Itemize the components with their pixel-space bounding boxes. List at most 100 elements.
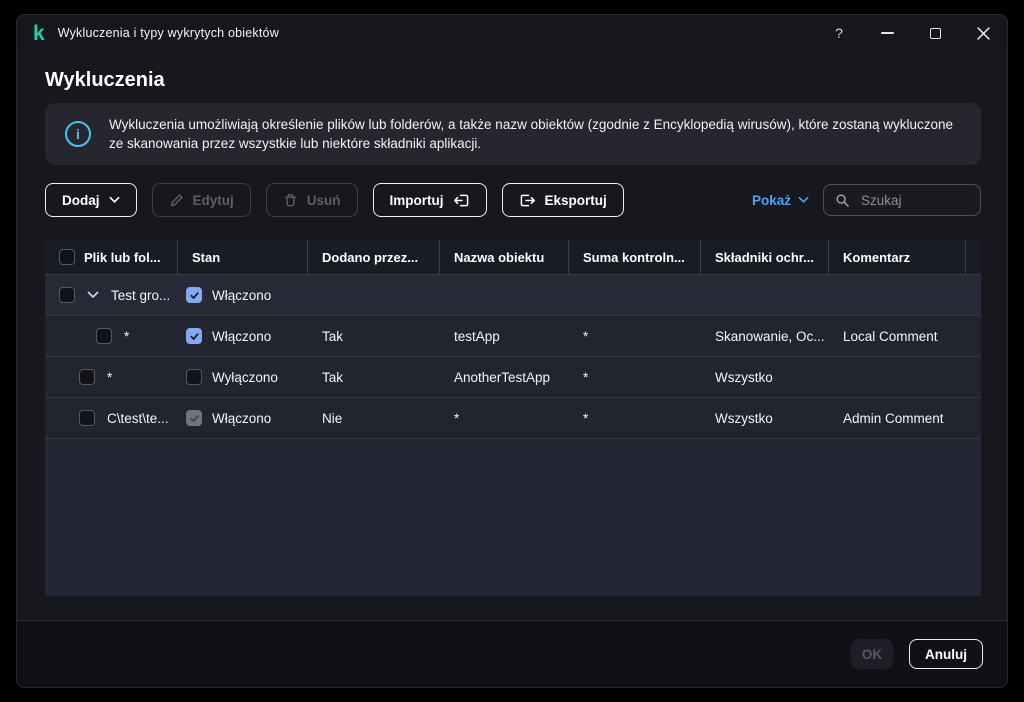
- state-label: Włączono: [212, 329, 271, 344]
- comment-cell: Local Comment: [829, 329, 966, 344]
- column-header-spacer: [966, 240, 981, 274]
- group-name-cell: Test gro...: [45, 287, 178, 303]
- column-header-label: Składniki ochr...: [715, 250, 814, 265]
- app-window: k Wykluczenia i typy wykrytych obiektów …: [16, 14, 1008, 688]
- added-by-cell: Tak: [308, 329, 440, 344]
- toolbar-right: Pokaż: [752, 184, 981, 216]
- added-by-cell: Tak: [308, 370, 440, 385]
- minimize-button[interactable]: [879, 25, 895, 41]
- close-icon: [977, 27, 990, 40]
- state-checkbox[interactable]: [186, 369, 202, 385]
- export-icon: [519, 193, 536, 208]
- help-button[interactable]: ?: [831, 25, 847, 41]
- info-icon: i: [65, 121, 91, 147]
- import-icon: [453, 193, 470, 208]
- row-checkbox[interactable]: [59, 287, 75, 303]
- table-empty-area: [45, 439, 981, 596]
- pencil-icon: [169, 193, 184, 208]
- maximize-button[interactable]: [927, 25, 943, 41]
- toolbar: Dodaj Edytuj Usuń Importuj Ekspor: [45, 183, 981, 217]
- path-cell: *: [45, 328, 178, 344]
- state-checkbox[interactable]: [186, 287, 202, 303]
- collapse-chevron-icon[interactable]: [87, 291, 99, 299]
- delete-button[interactable]: Usuń: [266, 183, 358, 217]
- added-by-cell: Nie: [308, 411, 440, 426]
- show-dropdown-label: Pokaż: [752, 193, 791, 208]
- column-header-state[interactable]: Stan: [178, 240, 308, 274]
- title-bar: k Wykluczenia i typy wykrytych obiektów …: [17, 15, 1007, 51]
- components-cell: Skanowanie, Oc...: [701, 329, 829, 344]
- select-all-checkbox[interactable]: [59, 249, 75, 265]
- window-title: Wykluczenia i typy wykrytych obiektów: [58, 26, 279, 40]
- show-dropdown[interactable]: Pokaż: [752, 193, 809, 208]
- column-header-label: Komentarz: [843, 250, 910, 265]
- column-header-components[interactable]: Składniki ochr...: [701, 240, 829, 274]
- object-name-cell: *: [440, 411, 569, 426]
- delete-button-label: Usuń: [307, 193, 341, 208]
- state-cell: Wyłączono: [178, 369, 308, 385]
- path-cell: C\test\te...: [45, 410, 178, 426]
- chevron-down-icon: [109, 196, 120, 204]
- exclusions-table: Plik lub fol... Stan Dodano przez... Naz…: [45, 240, 981, 596]
- checksum-cell: *: [569, 411, 701, 426]
- column-header-label: Dodano przez...: [322, 250, 418, 265]
- chevron-down-icon: [798, 196, 809, 204]
- table-row[interactable]: * Włączono Tak testApp * Skanowanie, Oc.…: [45, 316, 981, 357]
- components-cell: Wszystko: [701, 370, 829, 385]
- path-label: *: [124, 329, 129, 344]
- state-cell: Włączono: [178, 287, 308, 303]
- column-header-object-name[interactable]: Nazwa obiektu: [440, 240, 569, 274]
- info-banner: i Wykluczenia umożliwiają określenie pli…: [45, 103, 981, 165]
- column-header-label: Suma kontroln...: [583, 250, 685, 265]
- close-button[interactable]: [975, 25, 991, 41]
- dialog-footer: OK Anuluj: [17, 620, 1007, 687]
- state-checkbox-disabled[interactable]: [186, 410, 202, 426]
- table-row[interactable]: C\test\te... Włączono Nie * * Wszystko A…: [45, 398, 981, 439]
- column-header-file[interactable]: Plik lub fol...: [45, 240, 178, 274]
- edit-button[interactable]: Edytuj: [152, 183, 251, 217]
- table-header: Plik lub fol... Stan Dodano przez... Naz…: [45, 240, 981, 275]
- import-button-label: Importuj: [390, 193, 444, 208]
- edit-button-label: Edytuj: [193, 193, 234, 208]
- column-header-comment[interactable]: Komentarz: [829, 240, 966, 274]
- checksum-cell: *: [569, 329, 701, 344]
- export-button-label: Eksportuj: [545, 193, 607, 208]
- add-button-label: Dodaj: [62, 193, 100, 208]
- column-header-checksum[interactable]: Suma kontroln...: [569, 240, 701, 274]
- add-button[interactable]: Dodaj: [45, 183, 137, 217]
- comment-cell: Admin Comment: [829, 411, 966, 426]
- row-checkbox[interactable]: [96, 328, 112, 344]
- cancel-button[interactable]: Anuluj: [909, 639, 983, 669]
- check-icon: [189, 413, 200, 424]
- row-checkbox[interactable]: [79, 410, 95, 426]
- checksum-cell: *: [569, 370, 701, 385]
- group-name: Test gro...: [111, 288, 170, 303]
- row-checkbox[interactable]: [79, 369, 95, 385]
- import-button[interactable]: Importuj: [373, 183, 487, 217]
- state-cell: Włączono: [178, 328, 308, 344]
- column-header-added-by[interactable]: Dodano przez...: [308, 240, 440, 274]
- search-icon: [835, 193, 850, 208]
- content-area: Wykluczenia i Wykluczenia umożliwiają ok…: [17, 67, 1007, 596]
- table-row-group[interactable]: Test gro... Włączono: [45, 275, 981, 316]
- path-label: C\test\te...: [107, 411, 169, 426]
- path-cell: *: [45, 369, 178, 385]
- search-box: [823, 184, 981, 216]
- path-label: *: [107, 370, 112, 385]
- toolbar-button-group: Dodaj Edytuj Usuń Importuj Ekspor: [45, 183, 624, 217]
- column-header-label: Nazwa obiektu: [454, 250, 544, 265]
- state-label: Włączono: [212, 288, 271, 303]
- maximize-icon: [930, 28, 941, 39]
- object-name-cell: testApp: [440, 329, 569, 344]
- ok-button[interactable]: OK: [851, 639, 893, 669]
- check-icon: [189, 331, 200, 342]
- table-row[interactable]: * Wyłączono Tak AnotherTestApp * Wszystk…: [45, 357, 981, 398]
- column-header-label: Stan: [192, 250, 220, 265]
- page-title: Wykluczenia: [45, 67, 979, 93]
- check-icon: [189, 290, 200, 301]
- kaspersky-logo-icon: k: [33, 23, 45, 44]
- export-button[interactable]: Eksportuj: [502, 183, 624, 217]
- search-input[interactable]: [859, 192, 969, 209]
- components-cell: Wszystko: [701, 411, 829, 426]
- state-checkbox[interactable]: [186, 328, 202, 344]
